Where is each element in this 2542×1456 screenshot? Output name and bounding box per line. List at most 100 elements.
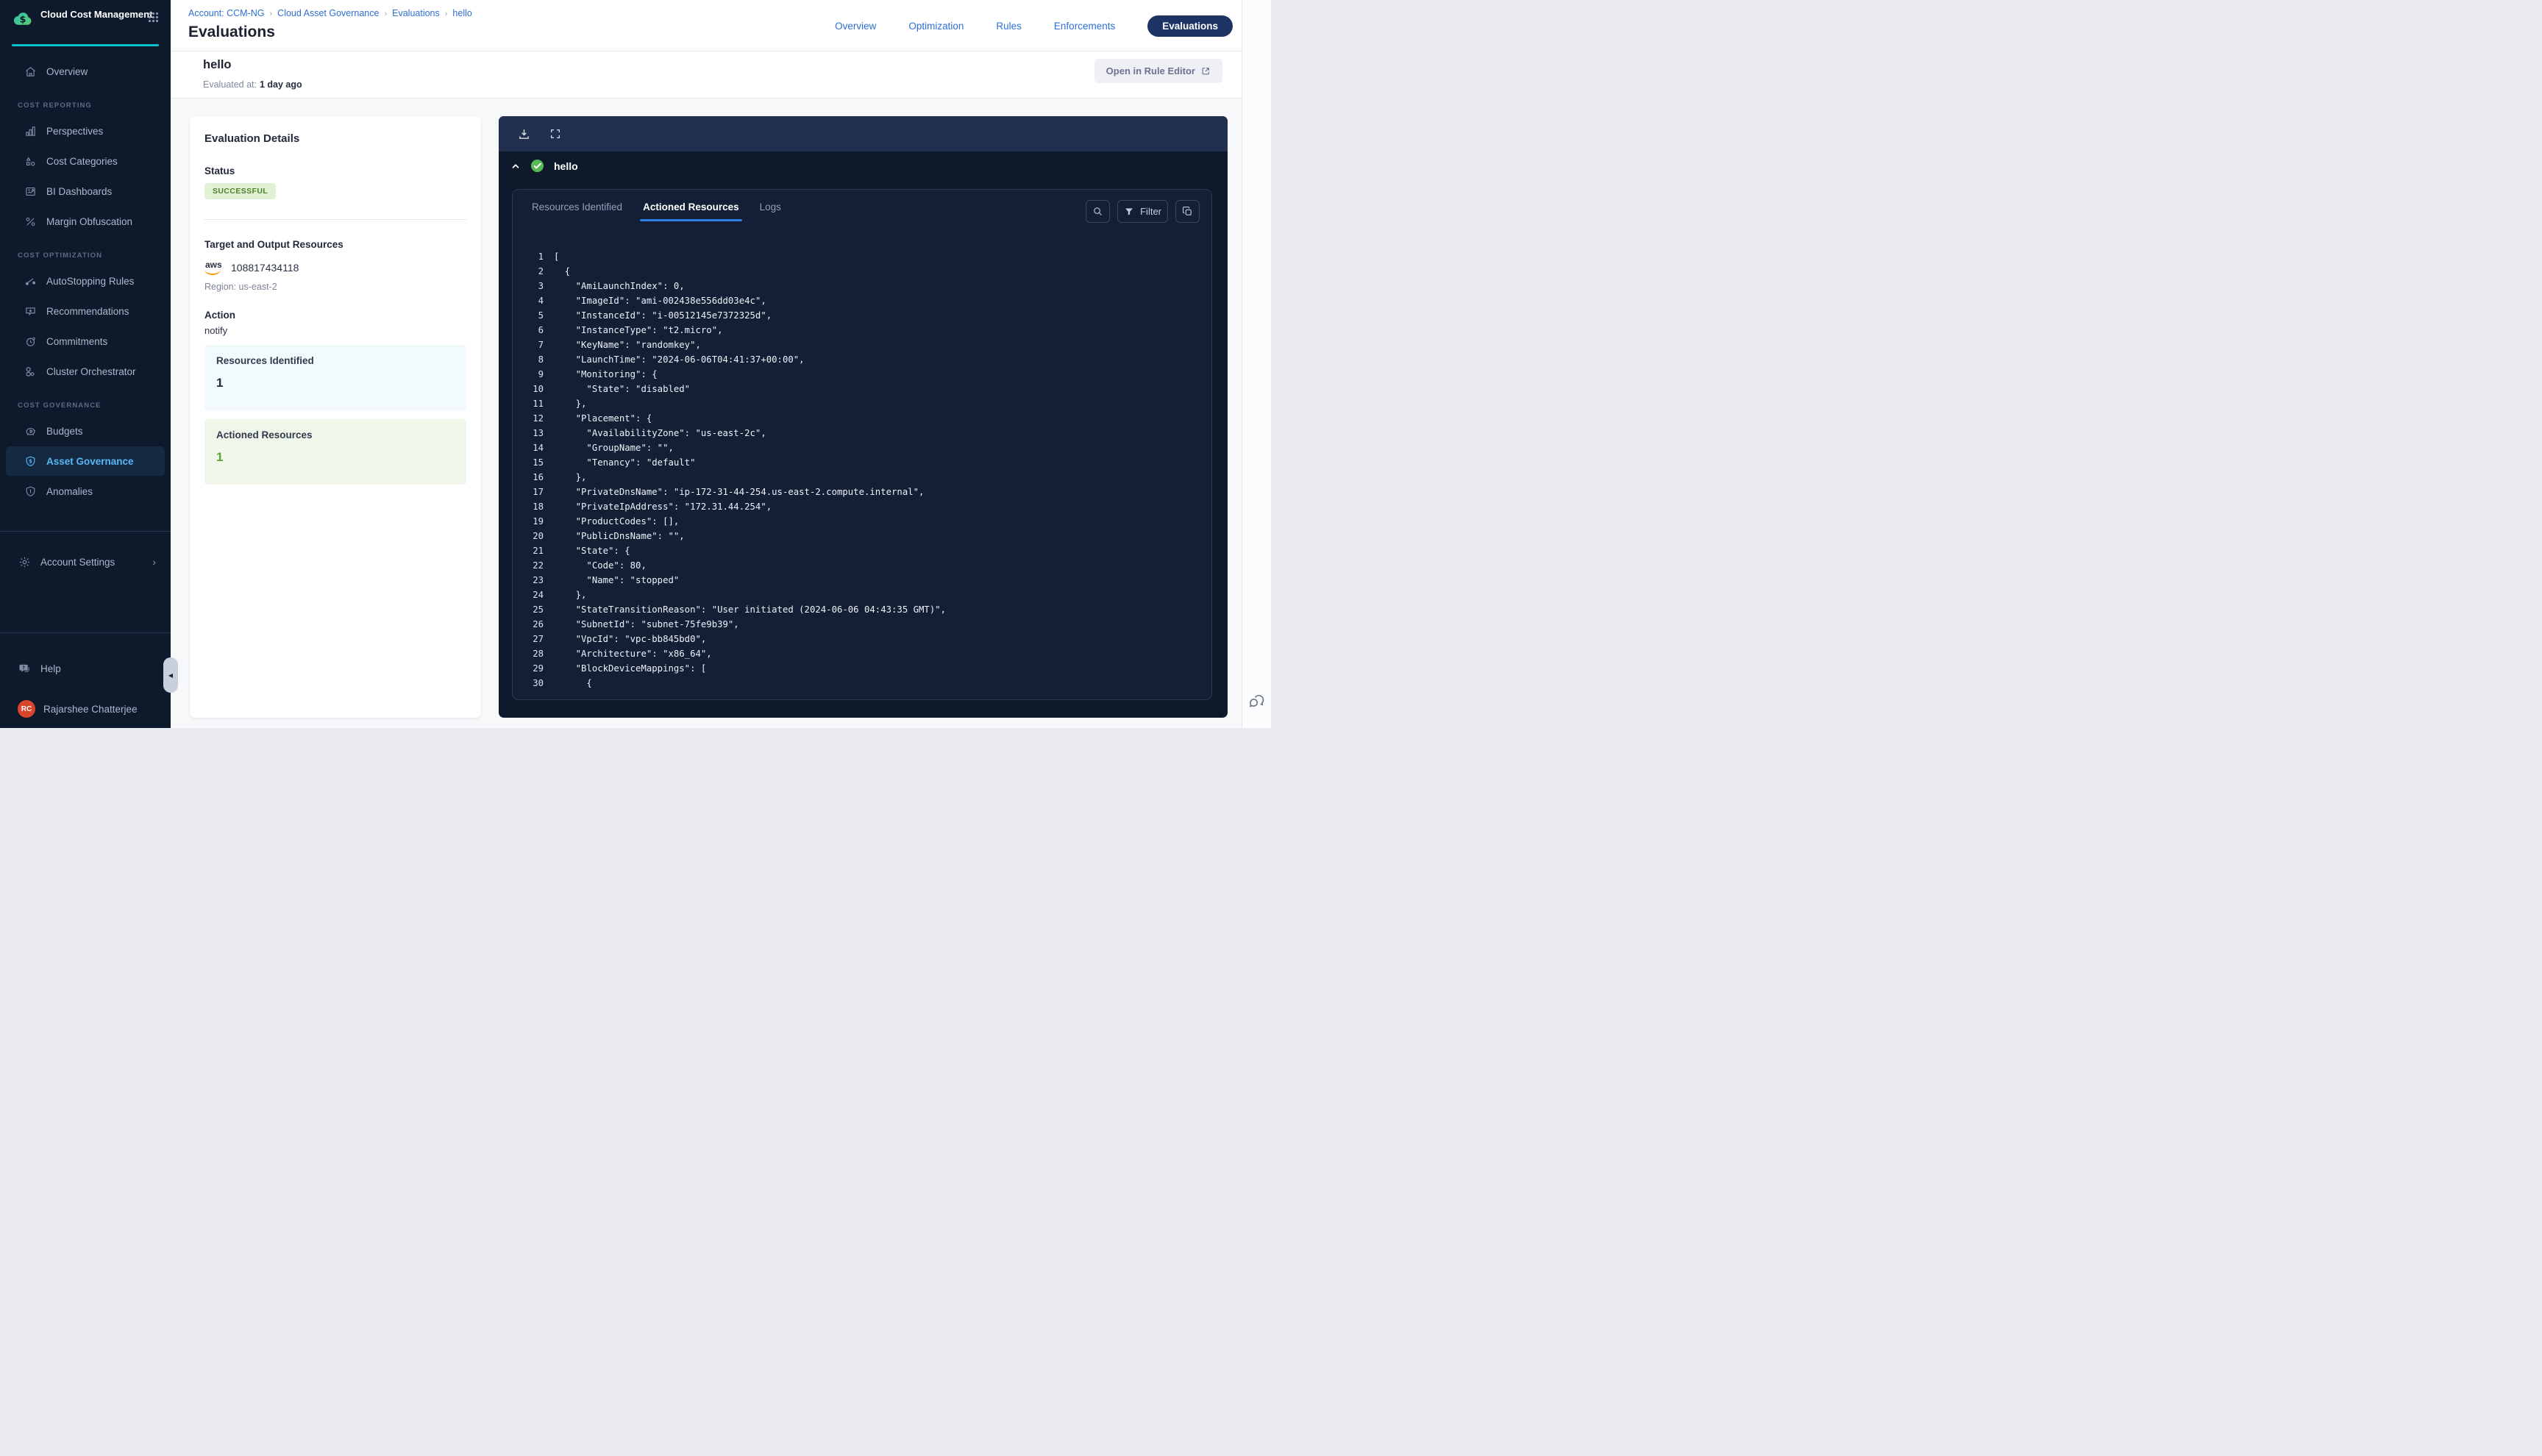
filter-button[interactable]: Filter — [1117, 200, 1168, 223]
code-line: 27 "VpcId": "vpc-bb845bd0", — [513, 632, 1211, 646]
breadcrumb-link-account-ccm-ng[interactable]: Account: CCM-NG — [188, 8, 265, 18]
breadcrumb-link-hello[interactable]: hello — [452, 8, 471, 18]
svg-text:$: $ — [20, 13, 26, 24]
user-profile[interactable]: RC Rajarshee Chatterjee — [0, 696, 171, 722]
app-title: Cloud Cost Management — [40, 9, 152, 21]
aws-logo-icon: aws — [204, 262, 224, 274]
topnav-rules[interactable]: Rules — [996, 21, 1022, 32]
sidebar-item-label: Margin Obfuscation — [46, 216, 132, 227]
sidebar-item-autostopping-rules[interactable]: AutoStopping Rules — [6, 266, 165, 296]
metric-value: 1 — [216, 376, 455, 390]
code-line: 12 "Placement": { — [513, 411, 1211, 426]
dashboard-icon — [24, 185, 37, 198]
code-line: 17 "PrivateDnsName": "ip-172-31-44-254.u… — [513, 485, 1211, 499]
svg-text:!: ! — [29, 488, 31, 494]
code-line: 10 "State": "disabled" — [513, 382, 1211, 396]
sidebar-item-help[interactable]: ? Help — [0, 655, 171, 682]
sidebar-item-label: Anomalies — [46, 486, 93, 497]
topnav-optimization[interactable]: Optimization — [908, 21, 964, 32]
output-toolbar — [499, 116, 1228, 151]
breadcrumb-separator: › — [384, 10, 387, 18]
right-gutter — [1242, 0, 1271, 728]
sidebar-item-asset-governance[interactable]: $Asset Governance — [6, 446, 165, 476]
sidebar-item-cost-categories[interactable]: Cost Categories — [6, 146, 165, 176]
sidebar-item-label: Overview — [46, 66, 88, 77]
fullscreen-icon[interactable] — [549, 128, 561, 140]
sidebar-item-anomalies[interactable]: ! Anomalies — [6, 477, 165, 506]
tab-actioned-resources[interactable]: Actioned Resources — [643, 201, 739, 221]
copy-icon — [1182, 206, 1193, 217]
code-line: 22 "Code": 80, — [513, 558, 1211, 573]
sidebar-item-overview[interactable]: Overview — [6, 57, 165, 86]
search-icon — [1092, 206, 1103, 217]
recommend-icon — [24, 305, 37, 318]
sidebar-item-budgets[interactable]: Budgets — [6, 416, 165, 446]
line-number: 17 — [513, 485, 544, 499]
line-number: 13 — [513, 426, 544, 440]
line-number: 23 — [513, 573, 544, 588]
code-line: 15 "Tenancy": "default" — [513, 455, 1211, 470]
shield-dollar-icon: $ — [24, 455, 37, 468]
module-accent-bar — [12, 44, 159, 46]
line-number: 19 — [513, 514, 544, 529]
code-line: 2 { — [513, 264, 1211, 279]
shield-alert-icon: ! — [24, 485, 37, 498]
breadcrumb-link-evaluations[interactable]: Evaluations — [392, 8, 440, 18]
sidebar-item-label: Cluster Orchestrator — [46, 366, 136, 377]
metric-actioned-resources[interactable]: Actioned Resources 1 — [204, 419, 466, 485]
sidebar-item-recommendations[interactable]: Recommendations — [6, 296, 165, 326]
tab-logs[interactable]: Logs — [760, 201, 781, 221]
help-chat-icon: ? — [18, 663, 31, 675]
code-line: 13 "AvailabilityZone": "us-east-2c", — [513, 426, 1211, 440]
evaluation-output-panel: hello Resources IdentifiedActioned Resou… — [499, 116, 1228, 718]
topnav-overview[interactable]: Overview — [835, 21, 876, 32]
line-number: 12 — [513, 411, 544, 426]
search-button[interactable] — [1086, 200, 1110, 223]
sidebar-item-commitments[interactable]: Commitments — [6, 326, 165, 356]
topnav-enforcements[interactable]: Enforcements — [1054, 21, 1115, 32]
line-number: 28 — [513, 646, 544, 661]
code-line: 21 "State": { — [513, 543, 1211, 558]
user-name: Rajarshee Chatterjee — [43, 704, 138, 715]
sidebar-section-cost-governance: COST GOVERNANCE — [0, 387, 171, 415]
line-number: 21 — [513, 543, 544, 558]
code-line: 5 "InstanceId": "i-00512145e7372325d", — [513, 308, 1211, 323]
metric-label: Actioned Resources — [216, 429, 455, 440]
resources-card: Resources Identified Actioned Resources Lo… — [512, 189, 1212, 700]
sidebar-item-bi-dashboards[interactable]: BI Dashboards — [6, 176, 165, 206]
evaluation-name: hello — [203, 58, 232, 72]
topnav-evaluations[interactable]: Evaluations — [1147, 15, 1233, 37]
hexagons-icon — [24, 365, 37, 378]
avatar: RC — [18, 700, 35, 718]
sidebar-item-label: BI Dashboards — [46, 186, 112, 197]
cloud-cost-logo-icon: $ — [12, 7, 34, 29]
sidebar: $ Cloud Cost Management Overview COST RE… — [0, 0, 171, 728]
sidebar-item-label: Budgets — [46, 426, 83, 437]
json-code-viewer[interactable]: 1[ 2 { 3 "AmiLaunchIndex": 0, 4 "ImageId… — [513, 249, 1211, 699]
line-number: 18 — [513, 499, 544, 514]
code-line: 16 }, — [513, 470, 1211, 485]
sidebar-item-margin-obfuscation[interactable]: Margin Obfuscation — [6, 207, 165, 236]
copy-button[interactable] — [1175, 200, 1200, 223]
breadcrumb-separator: › — [445, 10, 448, 18]
download-icon[interactable] — [518, 128, 530, 140]
code-line: 28 "Architecture": "x86_64", — [513, 646, 1211, 661]
tab-resources-identified[interactable]: Resources Identified — [532, 201, 622, 221]
sidebar-item-perspectives[interactable]: Perspectives — [6, 116, 165, 146]
support-chat-icon[interactable] — [1248, 693, 1266, 710]
app-grid-menu-icon[interactable] — [148, 12, 159, 23]
code-line: 6 "InstanceType": "t2.micro", — [513, 323, 1211, 338]
breadcrumb-link-cloud-asset-governance[interactable]: Cloud Asset Governance — [277, 8, 379, 18]
metric-boxes: Resources Identified 1 Actioned Resource… — [204, 345, 466, 485]
app-root: $ Cloud Cost Management Overview COST RE… — [0, 0, 1271, 728]
external-link-icon — [1201, 66, 1211, 76]
sidebar-item-cluster-orchestrator[interactable]: Cluster Orchestrator — [6, 357, 165, 386]
sidebar-item-account-settings[interactable]: Account Settings › — [0, 549, 171, 575]
code-line: 14 "GroupName": "", — [513, 440, 1211, 455]
chevron-up-icon[interactable] — [510, 161, 521, 171]
code-line: 20 "PublicDnsName": "", — [513, 529, 1211, 543]
breadcrumb: Account: CCM-NG › Cloud Asset Governance › E… — [188, 8, 472, 18]
metric-resources-identified[interactable]: Resources Identified 1 — [204, 345, 466, 410]
sidebar-collapse-handle[interactable]: ◀ — [163, 657, 178, 693]
open-in-rule-editor-button[interactable]: Open in Rule Editor — [1094, 59, 1222, 83]
